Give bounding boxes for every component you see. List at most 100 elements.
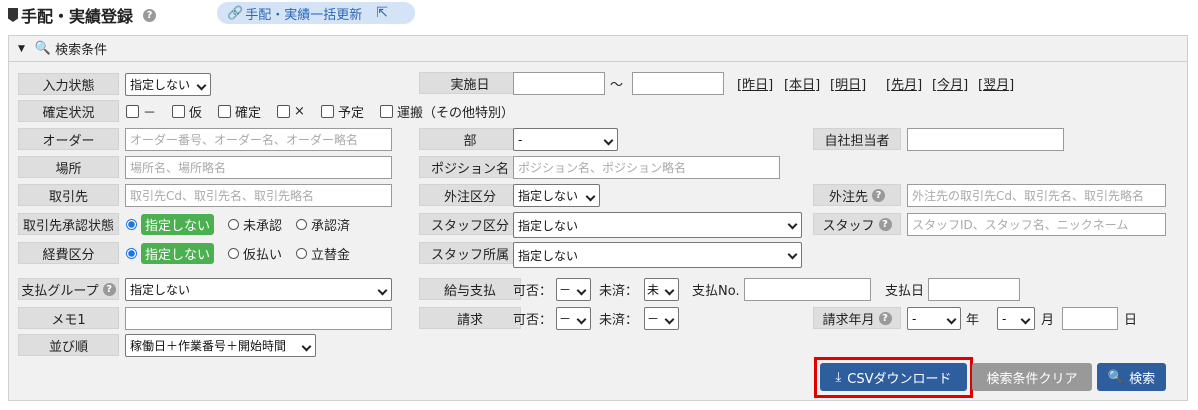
label-bill-ym: 請求年月 ? bbox=[813, 307, 901, 329]
client-approval-radios: 指定しない 未承認 承認済 bbox=[126, 213, 350, 235]
bill-month-select[interactable]: - bbox=[997, 307, 1035, 330]
help-icon[interactable]: ? bbox=[878, 311, 892, 325]
sort-select[interactable]: 稼働日＋作業番号＋開始時間 bbox=[125, 334, 316, 357]
confirm-option-label: 予定 bbox=[337, 105, 364, 121]
expense-radio-reimburse[interactable] bbox=[296, 247, 308, 259]
help-icon[interactable]: ? bbox=[878, 217, 892, 231]
confirm-checkbox-transport[interactable] bbox=[379, 104, 393, 118]
date-to-input[interactable] bbox=[632, 72, 724, 95]
label-outsourcer: 外注先 ? bbox=[813, 184, 901, 206]
pay-no-label: 支払No. bbox=[692, 283, 740, 299]
link-next-month[interactable]: [翌月] bbox=[978, 72, 1014, 94]
outsource-type-select[interactable]: 指定しない bbox=[513, 184, 600, 207]
billing-ok-select[interactable]: － bbox=[556, 307, 591, 330]
label-outsource-type: 外注区分 bbox=[419, 184, 521, 206]
label-staff-type: スタッフ区分 bbox=[419, 213, 521, 235]
csv-download-button[interactable]: ⤓ CSVダウンロード bbox=[820, 363, 967, 391]
client-input[interactable]: 取引先Cd、取引先名、取引先略名 bbox=[125, 184, 392, 207]
billing-ok-label: 可否： bbox=[513, 312, 553, 328]
order-input[interactable]: オーダー番号、オーダー名、オーダー略名 bbox=[125, 128, 392, 151]
confirm-checkbox-planned[interactable] bbox=[320, 104, 334, 118]
expense-radios: 指定しない 仮払い 立替金 bbox=[126, 242, 350, 264]
bulk-update-label: 手配・実績一括更新 bbox=[245, 7, 363, 23]
approval-option-label: 指定しない bbox=[141, 213, 215, 235]
label-own-staff: 自社担当者 bbox=[813, 128, 901, 150]
link-tomorrow[interactable]: [明日] bbox=[830, 72, 866, 94]
label-order: オーダー bbox=[18, 128, 119, 150]
label-dept: 部 bbox=[419, 128, 521, 150]
expense-option-label: 指定しない bbox=[141, 242, 215, 264]
link-last-month[interactable]: [先月] bbox=[886, 72, 922, 94]
position-input[interactable]: ポジション名、ポジション略名 bbox=[513, 156, 780, 179]
link-icon: 🔗 bbox=[227, 5, 244, 21]
expense-option-label: 立替金 bbox=[311, 247, 351, 263]
search-panel-header[interactable]: ▼ 🔍 検索条件 bbox=[9, 36, 1187, 62]
pay-date-label: 支払日 bbox=[885, 283, 925, 299]
confirm-checkbox-cross[interactable] bbox=[277, 104, 291, 118]
link-today[interactable]: [本日] bbox=[784, 72, 820, 94]
search-icon: 🔍 bbox=[34, 41, 52, 56]
bulk-update-link[interactable]: 🔗 手配・実績一括更新 ⇱ bbox=[217, 2, 415, 24]
panel-title: 検索条件 bbox=[55, 43, 108, 58]
search-icon: 🔍 bbox=[1107, 369, 1125, 385]
external-link-icon: ⇱ bbox=[376, 5, 388, 21]
expense-radio-any[interactable] bbox=[126, 247, 137, 259]
pay-group-select[interactable]: 指定しない bbox=[125, 278, 392, 301]
bookmark-icon bbox=[8, 8, 18, 22]
label-pay-group-text: 支払グループ bbox=[21, 283, 99, 299]
label-salary: 給与支払 bbox=[419, 278, 521, 300]
pay-no-input[interactable] bbox=[744, 278, 871, 301]
label-bill-ym-text: 請求年月 bbox=[822, 312, 875, 328]
month-label: 月 bbox=[1041, 312, 1055, 328]
label-staff-affil: スタッフ所属 bbox=[419, 242, 521, 264]
staff-affil-select[interactable]: 指定しない bbox=[513, 242, 802, 268]
date-separator: ～ bbox=[610, 77, 624, 93]
confirm-checkbox-none[interactable] bbox=[126, 104, 139, 118]
place-input[interactable]: 場所名、場所略名 bbox=[125, 156, 392, 179]
staff-input[interactable]: スタッフID、スタッフ名、ニックネーム bbox=[907, 213, 1166, 236]
label-client: 取引先 bbox=[18, 184, 119, 206]
approval-radio-approved[interactable] bbox=[296, 218, 308, 230]
label-staff: スタッフ ? bbox=[813, 213, 901, 235]
confirm-checkbox-confirmed[interactable] bbox=[218, 104, 232, 118]
approval-radio-unapproved[interactable] bbox=[228, 218, 240, 230]
label-billing: 請求 bbox=[419, 307, 521, 329]
dept-select[interactable]: - bbox=[513, 128, 618, 151]
help-icon[interactable]: ? bbox=[102, 282, 116, 296]
search-button[interactable]: 🔍 検索 bbox=[1097, 363, 1166, 391]
label-staff-text: スタッフ bbox=[822, 218, 875, 234]
collapse-arrow-icon: ▼ bbox=[18, 43, 25, 54]
confirm-option-label: － bbox=[143, 105, 157, 121]
approval-radio-any[interactable] bbox=[126, 218, 137, 230]
approval-option-label: 承認済 bbox=[311, 218, 351, 234]
confirm-option-label: 仮 bbox=[189, 105, 203, 121]
label-expense: 経費区分 bbox=[18, 242, 119, 264]
confirm-option-label: × bbox=[294, 103, 305, 119]
help-icon[interactable]: ? bbox=[143, 8, 157, 22]
billing-done-select[interactable]: － bbox=[644, 307, 679, 330]
confirm-checkbox-provisional[interactable] bbox=[172, 104, 186, 118]
year-label: 年 bbox=[966, 312, 980, 328]
clear-conditions-button[interactable]: 検索条件クリア bbox=[972, 363, 1092, 391]
bill-day-input[interactable] bbox=[1062, 307, 1118, 330]
link-this-month[interactable]: [今月] bbox=[932, 72, 968, 94]
help-icon[interactable]: ? bbox=[872, 188, 885, 202]
expense-radio-advance[interactable] bbox=[228, 247, 240, 259]
memo-input[interactable] bbox=[125, 307, 392, 330]
salary-done-label: 未済： bbox=[599, 283, 639, 299]
staff-type-select[interactable]: 指定しない bbox=[513, 212, 802, 238]
csv-download-label: CSVダウンロード bbox=[847, 371, 952, 387]
date-from-input[interactable] bbox=[513, 72, 605, 95]
outsourcer-input[interactable]: 外注先の取引先Cd、取引先名、取引先略名 bbox=[907, 184, 1166, 207]
salary-ok-select[interactable]: － bbox=[556, 278, 591, 301]
bill-year-select[interactable]: - bbox=[907, 307, 961, 330]
link-yesterday[interactable]: [昨日] bbox=[737, 72, 773, 94]
own-staff-input[interactable] bbox=[907, 128, 1064, 151]
salary-done-select[interactable]: 未 bbox=[644, 278, 679, 301]
label-pay-group: 支払グループ ? bbox=[18, 278, 119, 300]
pay-date-input[interactable] bbox=[928, 278, 1020, 301]
day-label: 日 bbox=[1124, 312, 1138, 328]
input-state-select[interactable]: 指定しない bbox=[125, 73, 211, 96]
expense-option-label: 仮払い bbox=[243, 247, 283, 263]
confirm-option-label: 運搬（その他特別） bbox=[396, 105, 514, 121]
